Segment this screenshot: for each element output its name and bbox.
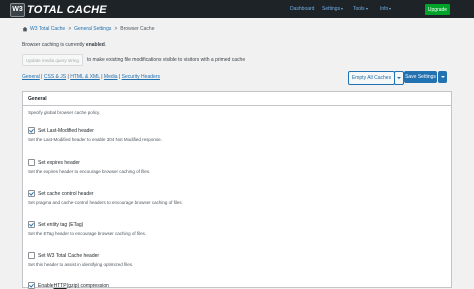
nav-item-settings[interactable]: Settings [322,0,344,18]
chevron-down-icon [389,8,392,10]
option-row: Set expires header [28,159,150,166]
save-settings-button[interactable]: Save Settings [404,71,437,83]
nav-dashboard-label: Dashboard [290,6,315,12]
chevron-down-icon [397,77,401,79]
logo-text: TOTAL CACHE [27,3,107,16]
save-settings-dropdown-button[interactable] [438,71,447,83]
nav-item-info[interactable]: Info [380,0,392,18]
nav-info-label: Info [380,6,389,12]
option-row: Set cache control header [28,190,183,197]
upgrade-button[interactable]: Upgrade [425,4,450,15]
option-label: Set cache control header [38,190,94,197]
panel-description: Specify global browser cache policy. [28,110,101,115]
cache-status: Browser caching is currently enabled. [22,42,106,48]
option-label: Set Last-Modified header [38,127,94,134]
etag-checkbox[interactable] [28,221,35,228]
option-expires-header: Set expires header Set the expires heade… [28,159,150,174]
status-prefix: Browser caching is currently [22,42,86,48]
panel-title: General [23,92,451,106]
option-description: Set this header to assist in identifying… [28,262,134,267]
cache-control-checkbox[interactable] [28,190,35,197]
status-state: enabled [85,42,105,48]
option-description: Set the Last-Modified header to enable 3… [28,137,162,142]
option-description: Set pragma and cache-control headers to … [28,200,183,205]
nav-settings-label: Settings [322,6,341,12]
jump-link-security-headers[interactable]: Security Headers [122,74,160,80]
nav-item-dashboard[interactable]: Dashboard [290,0,314,18]
query-string-description: to make existing file modifications visi… [87,57,246,63]
logo-badge: W3 [10,2,25,17]
chevron-down-icon [440,76,445,78]
chevron-down-icon [365,8,368,10]
option-label: Set entity tag (ETag) [38,221,84,228]
status-suffix: . [104,42,107,48]
w3tc-header-checkbox[interactable] [28,252,35,259]
empty-all-caches-button[interactable]: Empty All Caches [348,71,395,85]
breadcrumb-current: Browser Cache [120,26,155,32]
chevron-down-icon [341,8,344,10]
breadcrumb-separator: > [114,26,118,32]
option-cache-control: Set cache control header Set pragma and … [28,190,183,205]
option-last-modified: Set Last-Modified header Set the Last-Mo… [28,127,162,142]
option-label: Set W3 Total Cache header [38,252,100,259]
nav-item-tools[interactable]: Tools [353,0,368,18]
home-icon [22,26,28,32]
nav-tools-label: Tools [353,6,365,12]
jump-link-css-js[interactable]: CSS & JS [44,74,66,80]
option-description: Set the ETag header to encourage browser… [28,231,147,236]
option-description: Set the expires header to encourage brow… [28,169,151,174]
option-row: Set entity tag (ETag) [28,221,146,228]
breadcrumb-separator: > [68,26,72,32]
general-settings-panel: General Specify global browser cache pol… [22,91,452,289]
jump-link-html-xml[interactable]: HTML & XML [70,74,100,80]
update-query-string-button[interactable]: Update media query string [22,54,83,66]
jump-link-media[interactable]: Media [104,74,118,80]
option-w3tc-header: Set W3 Total Cache header Set this heade… [28,252,133,267]
breadcrumb: W3 Total Cache > General Settings > Brow… [22,26,154,32]
section-jump-links: General | CSS & JS | HTML & XML | Media … [22,74,160,80]
option-row: Set Last-Modified header [28,127,162,134]
empty-caches-dropdown-button[interactable] [394,71,404,85]
breadcrumb-general-settings[interactable]: General Settings [74,26,111,32]
option-etag: Set entity tag (ETag) Set the ETag heade… [28,221,146,236]
breadcrumb-w3-total-cache[interactable]: W3 Total Cache [30,26,65,32]
option-row: Set W3 Total Cache header [28,252,133,259]
option-label: Set expires header [38,159,80,166]
jump-link-general[interactable]: General [22,74,40,80]
w3tc-logo[interactable]: W3 TOTAL CACHE [10,2,107,17]
last-modified-checkbox[interactable] [28,127,35,134]
expires-header-checkbox[interactable] [28,159,35,166]
top-bar: W3 TOTAL CACHE Dashboard Settings Tools … [0,0,474,18]
query-string-row: Update media query string to make existi… [22,54,245,66]
